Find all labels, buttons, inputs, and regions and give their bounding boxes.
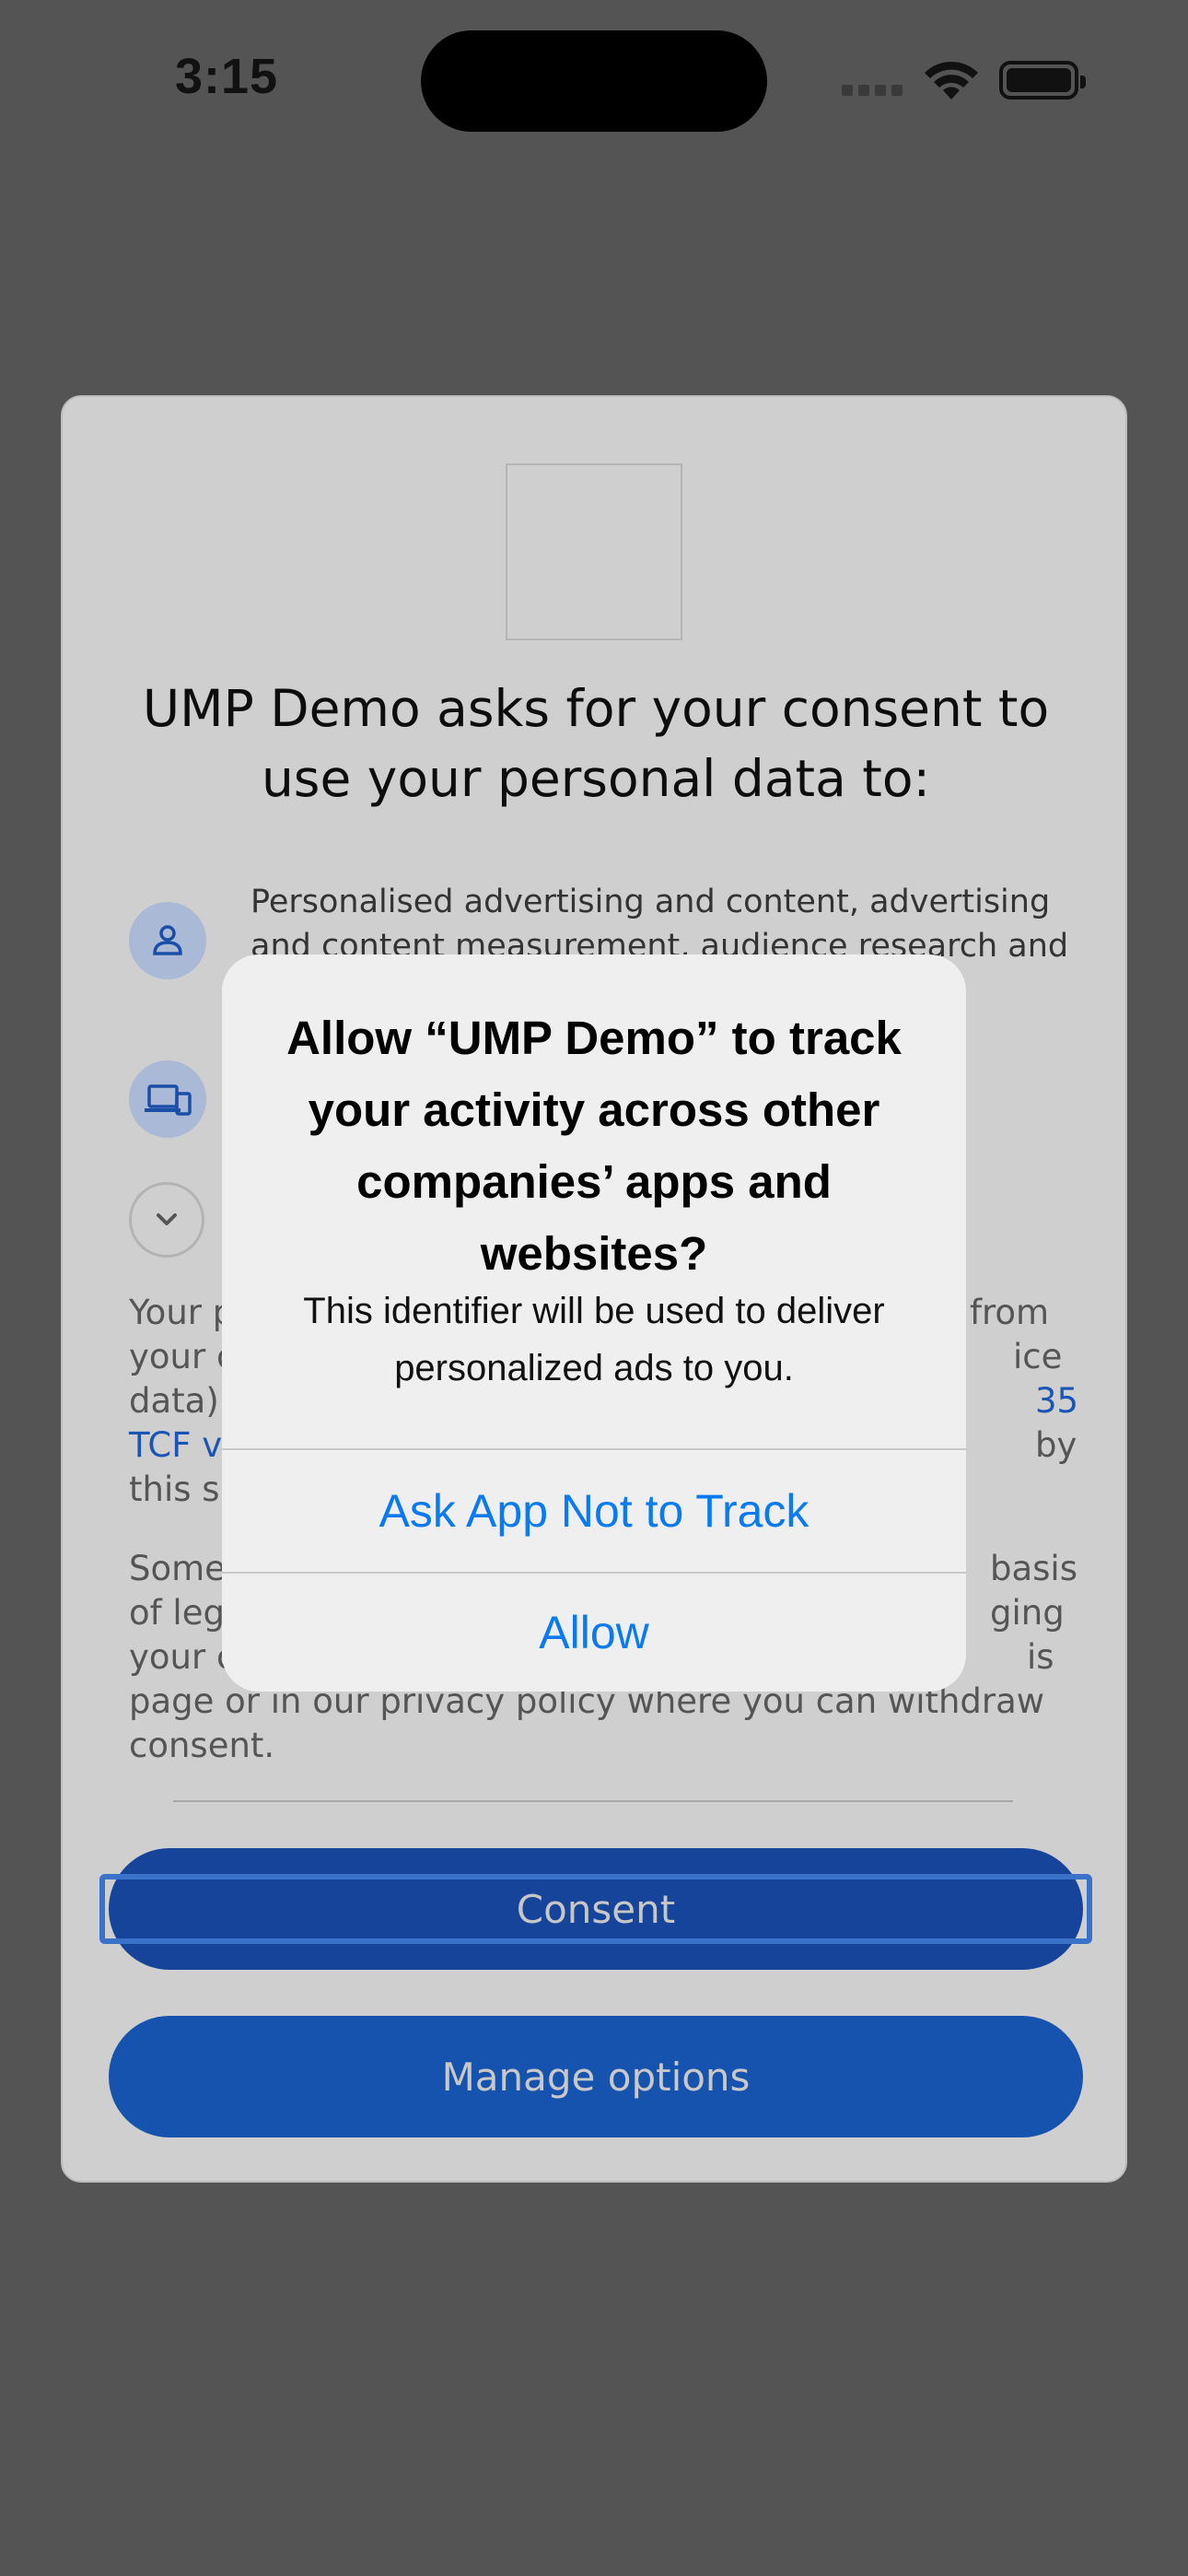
paragraph-2-line-1-end: basis	[990, 1549, 1077, 1588]
paragraph-2-line-1: Some	[129, 1549, 226, 1588]
paragraph-2-line-5: consent.	[129, 1726, 275, 1765]
paragraph-1-line-2-end: ice	[1013, 1337, 1063, 1376]
wifi-icon	[925, 61, 978, 100]
devices-icon	[129, 1060, 206, 1138]
person-icon	[129, 902, 206, 979]
dynamic-island	[421, 30, 767, 132]
battery-icon	[999, 61, 1086, 100]
paragraph-2-line-2: of legi	[129, 1593, 235, 1633]
paragraph-2-line-2-end: ging	[990, 1593, 1065, 1633]
paragraph-1-line-4-end: by	[1035, 1425, 1077, 1465]
paragraph-1-line-2: your c	[129, 1337, 236, 1376]
paragraph-1-line-1: Your p	[129, 1293, 235, 1332]
status-bar: 3:15	[0, 0, 1188, 166]
paragraph-2-line-3-end: is	[1027, 1637, 1054, 1677]
consent-title: UMP Demo asks for your consent to use yo…	[142, 679, 1050, 808]
alert-message: This identifier will be used to deliver …	[303, 1291, 885, 1388]
allow-tracking-button[interactable]: Allow	[222, 1574, 966, 1692]
status-time: 3:15	[175, 49, 279, 104]
cellular-signal-icon	[842, 85, 903, 96]
chevron-down-icon	[157, 1213, 177, 1225]
manage-options-button[interactable]: Manage options	[109, 2016, 1083, 2137]
alert-title: Allow “UMP Demo” to track your activity …	[286, 1012, 902, 1280]
paragraph-1-line-1-end: from	[970, 1293, 1050, 1332]
app-logo-placeholder	[506, 463, 682, 640]
ask-app-not-to-track-button[interactable]: Ask App Not to Track	[222, 1450, 966, 1572]
consent-button[interactable]: Consent	[109, 1848, 1083, 1970]
paragraph-2-line-3: your c	[129, 1637, 236, 1677]
expand-purposes-button[interactable]	[129, 1182, 204, 1258]
tracking-permission-alert: Allow “UMP Demo” to track your activity …	[222, 954, 966, 1692]
tcf-link-end[interactable]: 35	[1035, 1379, 1078, 1423]
divider	[173, 1800, 1013, 1802]
